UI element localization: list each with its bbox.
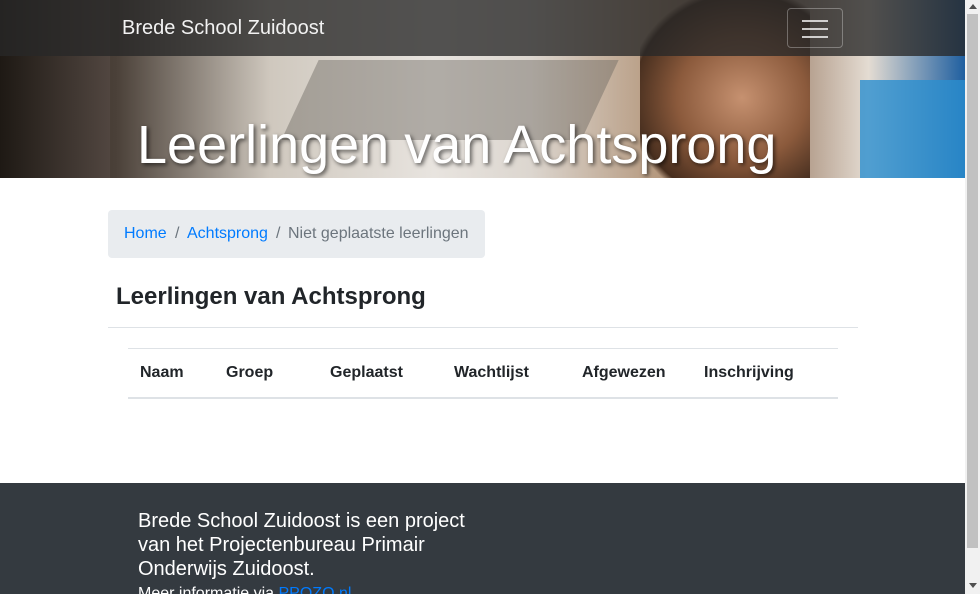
column-header-inschrijving: Inschrijving [704,364,794,381]
scroll-down-arrow-icon[interactable] [969,583,977,588]
scrollbar-thumb[interactable] [967,14,978,548]
divider [108,327,858,328]
breadcrumb: Home / Achtsprong / Niet geplaatste leer… [108,210,485,258]
footer-description: Brede School Zuidoost is een project van… [138,510,465,580]
navbar: Brede School Zuidoost [0,0,965,56]
column-header-afgewezen: Afgewezen [582,364,666,381]
navbar-brand[interactable]: Brede School Zuidoost [122,17,324,40]
breadcrumb-separator: / [276,225,281,242]
hero-title: Leerlingen van Achtsprong [137,115,777,175]
scroll-up-arrow-icon[interactable] [969,4,977,9]
table-border-top [128,348,838,349]
page-title: Leerlingen van Achtsprong [116,283,426,310]
column-header-wachtlijst: Wachtlijst [454,364,529,381]
table-header-border [128,397,838,399]
column-header-naam: Naam [140,364,184,381]
footer-more-info: Meer informatie via PPOZO.nl [138,585,351,594]
navbar-toggle-button[interactable] [787,8,843,48]
column-header-geplaatst: Geplaatst [330,364,403,381]
breadcrumb-achtsprong[interactable]: Achtsprong [187,225,268,243]
footer-link[interactable]: PPOZO.nl [279,585,352,594]
breadcrumb-current: Niet geplaatste leerlingen [288,225,469,242]
scrollbar[interactable] [965,0,980,594]
column-header-groep: Groep [226,364,274,381]
breadcrumb-home[interactable]: Home [124,225,167,243]
breadcrumb-separator: / [175,225,180,242]
footer-more-prefix: Meer informatie via [138,585,279,594]
footer: Brede School Zuidoost is een project van… [0,483,965,594]
